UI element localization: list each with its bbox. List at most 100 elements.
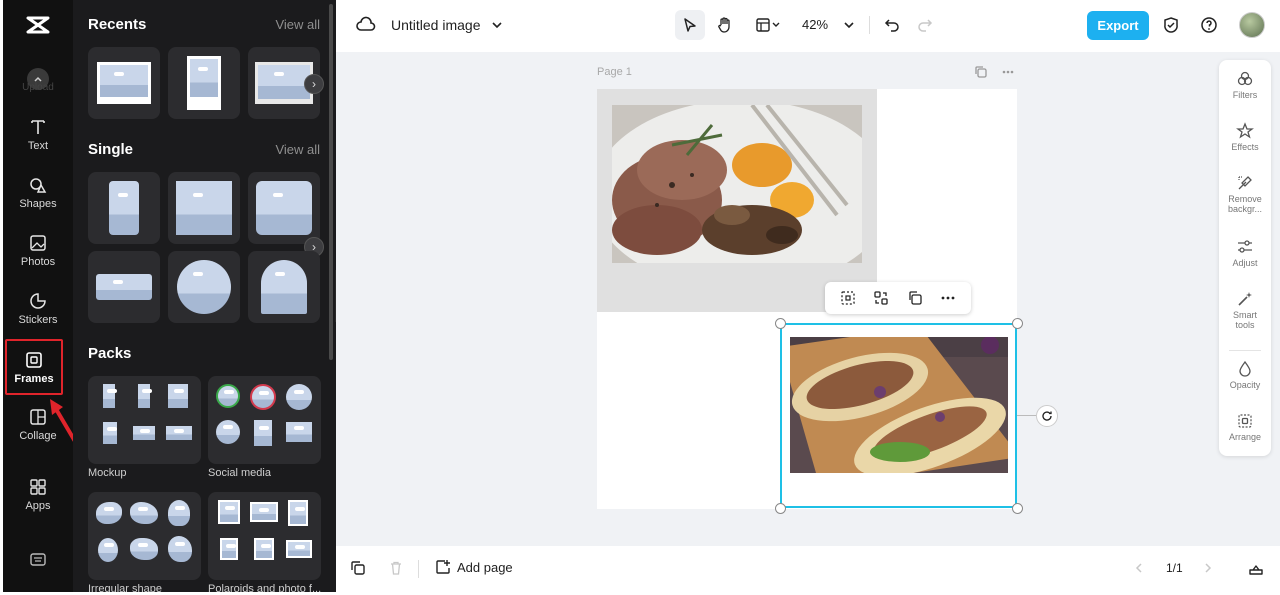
zoom-level[interactable]: 42% xyxy=(802,17,828,32)
rotate-connector xyxy=(1017,415,1036,416)
bottom-bar: Add page 1/1 xyxy=(336,546,1280,592)
single-frame-tile[interactable] xyxy=(88,172,160,244)
rail-item-photos[interactable]: Photos xyxy=(3,224,73,276)
rail-item-text[interactable]: Text xyxy=(3,108,73,160)
duplicate-page-icon[interactable] xyxy=(974,65,988,79)
rail-item-label: Apps xyxy=(25,499,51,512)
panel-scrollbar[interactable] xyxy=(329,4,333,360)
divider xyxy=(418,560,419,578)
rail-item-label: Shapes xyxy=(19,197,57,210)
resize-handle-bottom-left[interactable] xyxy=(775,503,786,514)
recents-view-all-link[interactable]: View all xyxy=(275,17,320,32)
hand-icon xyxy=(718,17,730,33)
tacos-photo[interactable] xyxy=(790,337,1008,473)
duplicate-page-icon[interactable] xyxy=(350,560,366,576)
single-title: Single xyxy=(88,141,134,158)
divider xyxy=(1229,350,1261,351)
pack-polaroids[interactable] xyxy=(208,492,321,580)
next-page-icon[interactable] xyxy=(1202,562,1214,574)
undo-icon[interactable] xyxy=(883,16,901,34)
hand-tool-button[interactable] xyxy=(710,10,740,40)
page-label: Page 1 xyxy=(597,66,632,78)
pack-irregular-shape[interactable] xyxy=(88,492,201,580)
app-window: Upload Text Shapes Photos Stickers Frame… xyxy=(0,0,1280,595)
tool-label: Smart tools xyxy=(1232,310,1257,330)
photos-icon xyxy=(30,234,46,251)
tool-label: Filters xyxy=(1232,90,1258,100)
delete-icon[interactable] xyxy=(388,560,404,576)
resize-handle-bottom-right[interactable] xyxy=(1012,503,1023,514)
export-button[interactable]: Export xyxy=(1087,11,1149,40)
tool-opacity[interactable]: Opacity xyxy=(1219,360,1271,390)
more-options-icon[interactable] xyxy=(940,290,956,306)
tool-label: Effects xyxy=(1231,142,1259,152)
select-tool-button[interactable] xyxy=(675,10,705,40)
remove-background-icon xyxy=(1238,176,1252,190)
right-tool-panel: Filters Effects Remove backgr... Adjust … xyxy=(1219,60,1271,456)
rail-item-label: Text xyxy=(27,139,49,152)
rotate-icon xyxy=(1042,411,1052,421)
replace-icon[interactable] xyxy=(873,290,889,306)
chevron-down-icon[interactable] xyxy=(491,19,503,31)
tool-remove-background[interactable]: Remove backgr... xyxy=(1219,174,1271,214)
apps-icon xyxy=(30,478,46,495)
tool-adjust[interactable]: Adjust xyxy=(1219,238,1271,268)
rail-item-label: Frames xyxy=(14,372,54,385)
single-frame-tile[interactable] xyxy=(168,172,240,244)
layout-icon xyxy=(756,18,770,32)
pack-mockup[interactable] xyxy=(88,376,201,464)
smart-tools-icon xyxy=(1238,292,1252,306)
previous-page-icon[interactable] xyxy=(1133,562,1145,574)
selected-frame[interactable] xyxy=(780,323,1017,508)
user-avatar[interactable] xyxy=(1239,12,1265,38)
crop-icon[interactable] xyxy=(840,290,856,306)
more-options-icon[interactable] xyxy=(1001,65,1015,79)
pack-social-media[interactable] xyxy=(208,376,321,464)
single-frame-tile[interactable] xyxy=(168,251,240,323)
recent-frame-tile[interactable] xyxy=(168,47,240,119)
single-view-all-link[interactable]: View all xyxy=(275,142,320,157)
tool-effects[interactable]: Effects xyxy=(1219,122,1271,152)
resize-handle-top-right[interactable] xyxy=(1012,318,1023,329)
rail-item-frames[interactable]: Frames xyxy=(5,339,63,395)
add-page-icon xyxy=(436,560,450,574)
chevron-down-icon[interactable] xyxy=(843,19,855,31)
tool-label: Arrange xyxy=(1228,432,1262,442)
single-frame-tile[interactable] xyxy=(248,251,320,323)
tool-arrange[interactable]: Arrange xyxy=(1219,412,1271,442)
cloud-icon[interactable] xyxy=(356,15,376,35)
page-counter: 1/1 xyxy=(1166,561,1183,575)
add-page-button[interactable]: Add page xyxy=(435,559,513,575)
tool-filters[interactable]: Filters xyxy=(1219,70,1271,100)
tool-smart-tools[interactable]: Smart tools xyxy=(1219,290,1271,330)
effects-icon xyxy=(1236,122,1254,139)
rotate-handle[interactable] xyxy=(1036,405,1058,427)
left-rail: Upload Text Shapes Photos Stickers Frame… xyxy=(3,0,78,592)
duplicate-icon[interactable] xyxy=(907,290,923,306)
resize-handle-top-left[interactable] xyxy=(775,318,786,329)
canvas-area: Page 1 xyxy=(336,52,1280,546)
rail-item-stickers[interactable]: Stickers xyxy=(3,282,73,334)
layout-button[interactable] xyxy=(748,10,788,40)
rail-item-apps[interactable]: Apps xyxy=(3,468,73,520)
redo-icon[interactable] xyxy=(916,16,934,34)
steak-photo[interactable] xyxy=(612,105,862,263)
recents-next-button[interactable]: › xyxy=(304,74,324,94)
tool-label: Opacity xyxy=(1229,380,1261,390)
pack-label: Social media xyxy=(208,467,271,479)
packs-title: Packs xyxy=(88,345,132,362)
pack-label: Polaroids and photo f... xyxy=(208,583,322,592)
recents-title: Recents xyxy=(88,16,147,33)
capcut-logo-icon[interactable] xyxy=(25,12,51,38)
single-frame-tile[interactable] xyxy=(88,251,160,323)
recent-frame-tile[interactable] xyxy=(88,47,160,119)
rail-item-shapes[interactable]: Shapes xyxy=(3,166,73,218)
shield-check-icon[interactable] xyxy=(1162,16,1180,34)
document-title[interactable]: Untitled image xyxy=(391,17,481,33)
single-frame-tile[interactable] xyxy=(248,172,320,244)
collage-icon xyxy=(30,408,46,425)
help-icon[interactable] xyxy=(1200,16,1218,34)
expand-pages-icon[interactable] xyxy=(1248,560,1264,576)
keyboard-shortcuts-button[interactable] xyxy=(3,534,73,584)
polaroid-frame[interactable] xyxy=(597,89,877,312)
